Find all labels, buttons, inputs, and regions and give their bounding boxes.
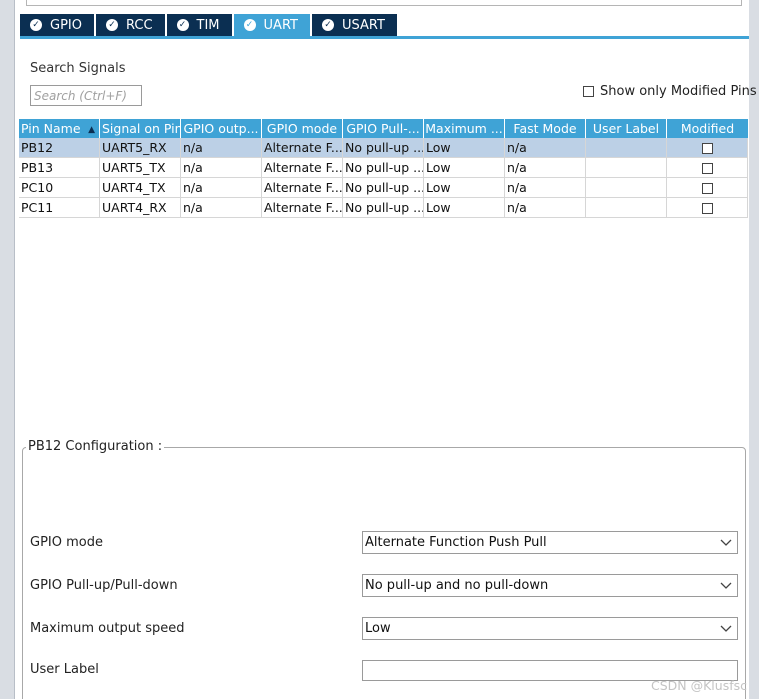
show-modified-toggle[interactable]: Show only Modified Pins bbox=[583, 84, 757, 99]
cell-fast-mode: n/a bbox=[505, 158, 586, 178]
show-modified-checkbox[interactable] bbox=[583, 86, 594, 97]
max-speed-value: Low bbox=[365, 621, 391, 636]
cell-pin-name: PC10 bbox=[19, 178, 100, 198]
top-display-box bbox=[26, 0, 742, 6]
cell-signal: UART5_TX bbox=[100, 158, 181, 178]
cell-max-speed: Low bbox=[424, 178, 505, 198]
cell-gpio-pull: No pull-up ... bbox=[343, 158, 424, 178]
check-circle-icon: ✓ bbox=[30, 19, 42, 31]
check-circle-icon: ✓ bbox=[105, 19, 118, 31]
cell-pin-name: PC11 bbox=[19, 198, 100, 218]
cell-max-speed: Low bbox=[424, 158, 505, 178]
configuration-title: PB12 Configuration : bbox=[26, 439, 165, 454]
tab-label: RCC bbox=[125, 17, 153, 33]
tab-tim[interactable]: ✓ TIM bbox=[166, 14, 232, 36]
gpio-pull-value: No pull-up and no pull-down bbox=[365, 578, 549, 593]
tab-label: GPIO bbox=[50, 17, 82, 33]
cell-modified bbox=[667, 198, 748, 218]
gpio-mode-value: Alternate Function Push Pull bbox=[365, 535, 547, 550]
modified-checkbox[interactable] bbox=[701, 182, 713, 194]
cell-signal: UART5_RX bbox=[100, 138, 181, 158]
column-header-max-speed[interactable]: Maximum ... bbox=[424, 119, 505, 138]
cell-modified bbox=[667, 138, 748, 158]
user-label-label: User Label bbox=[30, 662, 99, 677]
gpio-pull-label: GPIO Pull-up/Pull-down bbox=[30, 578, 178, 593]
peripheral-tabbar: ✓ GPIO ✓ RCC ✓ TIM ✓ UART ✓ USART bbox=[20, 14, 399, 36]
show-modified-label: Show only Modified Pins bbox=[600, 84, 757, 99]
cell-gpio-mode: Alternate F... bbox=[262, 198, 343, 218]
chevron-down-icon bbox=[720, 575, 732, 603]
cell-user-label bbox=[586, 178, 667, 198]
gpio-mode-select[interactable]: Alternate Function Push Pull bbox=[362, 531, 738, 554]
column-header-gpio-output[interactable]: GPIO outp... bbox=[181, 119, 262, 138]
modified-checkbox[interactable] bbox=[701, 162, 713, 174]
column-header-gpio-mode[interactable]: GPIO mode bbox=[262, 119, 343, 138]
cell-gpio-output: n/a bbox=[181, 158, 262, 178]
search-input[interactable] bbox=[30, 85, 142, 106]
tab-usart[interactable]: ✓ USART bbox=[311, 14, 397, 36]
column-header-pin-name[interactable]: Pin Name ▲ bbox=[19, 119, 100, 138]
column-header-fast-mode[interactable]: Fast Mode bbox=[505, 119, 586, 138]
table-row[interactable]: PC10 UART4_TX n/a Alternate F... No pull… bbox=[19, 178, 748, 198]
tab-rcc[interactable]: ✓ RCC bbox=[95, 14, 165, 36]
table-row[interactable]: PC11 UART4_RX n/a Alternate F... No pull… bbox=[19, 198, 748, 218]
cell-modified bbox=[667, 178, 748, 198]
check-circle-icon: ✓ bbox=[243, 19, 256, 31]
column-header-modified[interactable]: Modified bbox=[667, 119, 748, 138]
cell-gpio-mode: Alternate F... bbox=[262, 178, 343, 198]
max-speed-label: Maximum output speed bbox=[30, 621, 185, 636]
table-row[interactable]: PB12 UART5_RX n/a Alternate F... No pull… bbox=[19, 138, 748, 158]
max-speed-select[interactable]: Low bbox=[362, 617, 738, 640]
cell-gpio-pull: No pull-up ... bbox=[343, 198, 424, 218]
cell-gpio-mode: Alternate F... bbox=[262, 158, 343, 178]
chevron-down-icon bbox=[720, 532, 732, 560]
cell-max-speed: Low bbox=[424, 198, 505, 218]
tab-gpio[interactable]: ✓ GPIO bbox=[20, 14, 94, 36]
column-header-gpio-pull[interactable]: GPIO Pull-... bbox=[343, 119, 424, 138]
table-header: Pin Name ▲ Signal on Pin GPIO outp... GP… bbox=[19, 119, 748, 138]
tab-uart[interactable]: ✓ UART bbox=[233, 14, 310, 36]
table-row[interactable]: PB13 UART5_TX n/a Alternate F... No pull… bbox=[19, 158, 748, 178]
cell-gpio-output: n/a bbox=[181, 138, 262, 158]
modified-checkbox[interactable] bbox=[701, 202, 713, 214]
cell-user-label bbox=[586, 158, 667, 178]
tab-label: UART bbox=[263, 17, 298, 33]
watermark: CSDN @Klusfsc bbox=[651, 678, 748, 693]
cell-max-speed: Low bbox=[424, 138, 505, 158]
tab-underline bbox=[20, 36, 749, 39]
search-signals-label: Search Signals bbox=[30, 61, 126, 76]
gpio-pull-select[interactable]: No pull-up and no pull-down bbox=[362, 574, 738, 597]
chevron-down-icon bbox=[720, 618, 732, 646]
cell-gpio-output: n/a bbox=[181, 178, 262, 198]
tab-label: USART bbox=[341, 17, 385, 33]
cell-fast-mode: n/a bbox=[505, 198, 586, 218]
cell-user-label bbox=[586, 138, 667, 158]
pin-signal-table: Pin Name ▲ Signal on Pin GPIO outp... GP… bbox=[19, 119, 748, 218]
cell-fast-mode: n/a bbox=[505, 138, 586, 158]
tab-label: TIM bbox=[196, 17, 220, 33]
cell-signal: UART4_TX bbox=[100, 178, 181, 198]
cell-gpio-mode: Alternate F... bbox=[262, 138, 343, 158]
cell-user-label bbox=[586, 198, 667, 218]
check-circle-icon: ✓ bbox=[321, 19, 334, 31]
cell-pin-name: PB13 bbox=[19, 158, 100, 178]
modified-checkbox[interactable] bbox=[701, 142, 713, 154]
column-header-signal[interactable]: Signal on Pin bbox=[100, 119, 181, 138]
cell-fast-mode: n/a bbox=[505, 178, 586, 198]
cell-gpio-output: n/a bbox=[181, 198, 262, 218]
cell-modified bbox=[667, 158, 748, 178]
column-header-user-label[interactable]: User Label bbox=[586, 119, 667, 138]
left-panel-edge bbox=[0, 0, 14, 699]
cell-pin-name: PB12 bbox=[19, 138, 100, 158]
right-panel-edge bbox=[749, 0, 759, 699]
cell-signal: UART4_RX bbox=[100, 198, 181, 218]
cell-gpio-pull: No pull-up ... bbox=[343, 178, 424, 198]
check-circle-icon: ✓ bbox=[176, 19, 189, 31]
sort-ascending-icon: ▲ bbox=[88, 125, 95, 135]
gpio-mode-label: GPIO mode bbox=[30, 535, 103, 550]
cell-gpio-pull: No pull-up ... bbox=[343, 138, 424, 158]
left-panel-divider bbox=[14, 0, 15, 699]
